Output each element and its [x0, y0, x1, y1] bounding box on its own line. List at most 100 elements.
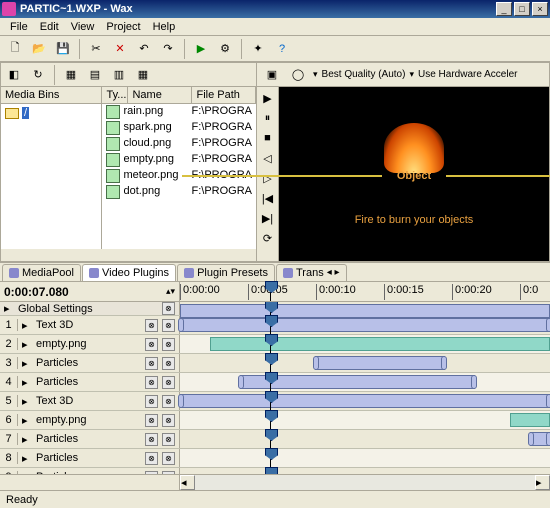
hardware-label[interactable]: Use Hardware Acceler [418, 69, 517, 80]
undo-button[interactable]: ↶ [133, 38, 155, 60]
tab-transitions[interactable]: Trans◂ ▸ [276, 264, 347, 281]
track-delete-button[interactable]: ⊗ [162, 319, 175, 332]
track-mute-button[interactable]: ⊗ [145, 319, 158, 332]
track-delete-button[interactable]: ⊗ [162, 395, 175, 408]
expand-icon[interactable]: ▸ [22, 414, 32, 427]
preview-tool2[interactable]: ◯ [287, 64, 309, 86]
expand-icon[interactable]: ▸ [22, 357, 32, 370]
track-name[interactable]: Particles [36, 357, 141, 369]
track-mute-button[interactable]: ⊗ [145, 452, 158, 465]
track-mute-button[interactable]: ⊗ [145, 338, 158, 351]
tab-plugin-presets[interactable]: Plugin Presets [177, 264, 275, 281]
clip[interactable] [210, 337, 550, 351]
track-mute-button[interactable]: ⊗ [145, 357, 158, 370]
horizontal-scrollbar[interactable]: ◂ ▸ [180, 475, 550, 490]
menu-edit[interactable]: Edit [34, 19, 65, 35]
expand-icon[interactable]: ▸ [22, 433, 32, 446]
delete-button[interactable]: ✕ [109, 38, 131, 60]
track-name[interactable]: Text 3D [36, 319, 141, 331]
settings-button[interactable]: ⚙ [214, 38, 236, 60]
expand-icon[interactable]: ▸ [22, 319, 32, 332]
loop-button[interactable]: ⟳ [260, 231, 276, 245]
clip[interactable] [180, 318, 550, 332]
maximize-button[interactable]: □ [514, 2, 530, 16]
close-button[interactable]: × [532, 2, 548, 16]
track-name[interactable]: Particles [36, 452, 141, 464]
track-mute-button[interactable]: ⊗ [145, 376, 158, 389]
redo-button[interactable]: ↷ [157, 38, 179, 60]
new-button[interactable]: 🗋 [4, 38, 26, 60]
track-delete-button[interactable]: ⊗ [162, 376, 175, 389]
scroll-right-button[interactable]: ▸ [535, 475, 550, 490]
track-delete-button[interactable]: ⊗ [162, 338, 175, 351]
stop-button[interactable]: ■ [260, 131, 276, 145]
goto-start-button[interactable]: |◀ [260, 191, 276, 205]
pause-button[interactable]: ⏸ [260, 111, 276, 125]
track-mute-button[interactable]: ⊗ [145, 395, 158, 408]
play-button[interactable]: ▶ [260, 91, 276, 105]
scroll-left-button[interactable]: ◂ [180, 475, 195, 490]
timecode-spinner[interactable]: ▴▾ [166, 286, 175, 297]
cut-button[interactable]: ✂ [85, 38, 107, 60]
track-name[interactable]: Particles [36, 433, 141, 445]
bin-view2-button[interactable]: ▤ [84, 64, 106, 86]
track-delete-button[interactable]: ⊗ [162, 302, 175, 315]
save-button[interactable]: 💾 [52, 38, 74, 60]
track-delete-button[interactable]: ⊗ [162, 452, 175, 465]
prev-frame-button[interactable]: ◁ [260, 151, 276, 165]
expand-icon[interactable]: ▸ [22, 471, 32, 475]
track-mute-button[interactable]: ⊗ [145, 414, 158, 427]
clip[interactable] [530, 432, 550, 446]
expand-icon[interactable]: ▸ [22, 395, 32, 408]
col-name[interactable]: Name [128, 87, 192, 103]
file-row[interactable]: spark.pngF:\PROGRA [102, 120, 256, 136]
track-mute-button[interactable]: ⊗ [145, 433, 158, 446]
clip[interactable] [315, 356, 445, 370]
minimize-button[interactable]: _ [496, 2, 512, 16]
playhead[interactable] [270, 282, 271, 301]
goto-end-button[interactable]: ▶| [260, 211, 276, 225]
bin-refresh-button[interactable]: ↻ [27, 64, 49, 86]
bin-add-button[interactable]: ◧ [3, 64, 25, 86]
track-name[interactable]: empty.png [36, 414, 141, 426]
render-button[interactable]: ▶ [190, 38, 212, 60]
bin-view4-button[interactable]: ▦ [132, 64, 154, 86]
bin-view3-button[interactable]: ▥ [108, 64, 130, 86]
track-name[interactable]: Particles [36, 471, 141, 474]
preview-tool1[interactable]: ▣ [261, 64, 283, 86]
timeline-ruler[interactable]: 0:00:000:00:050:00:100:00:150:00:200:0 [180, 282, 550, 301]
track-mute-button[interactable]: ⊗ [145, 471, 158, 475]
expand-icon[interactable]: ▸ [22, 452, 32, 465]
menu-help[interactable]: Help [147, 19, 182, 35]
expand-icon[interactable]: ▸ [22, 338, 32, 351]
next-frame-button[interactable]: ▷ [260, 171, 276, 185]
expand-icon[interactable]: ▸ [4, 302, 14, 315]
col-path[interactable]: File Path [192, 87, 256, 103]
expand-icon[interactable]: ▸ [22, 376, 32, 389]
file-row[interactable]: dot.pngF:\PROGRA [102, 184, 256, 200]
menu-view[interactable]: View [65, 19, 101, 35]
tab-mediapool[interactable]: MediaPool [2, 264, 81, 281]
file-row[interactable]: rain.pngF:\PROGRA [102, 104, 256, 120]
track-delete-button[interactable]: ⊗ [162, 471, 175, 475]
track-delete-button[interactable]: ⊗ [162, 357, 175, 370]
track-delete-button[interactable]: ⊗ [162, 433, 175, 446]
track-name[interactable]: empty.png [36, 338, 141, 350]
clip[interactable] [510, 413, 550, 427]
global-settings-label[interactable]: Global Settings [18, 303, 158, 315]
track-name[interactable]: Particles [36, 376, 141, 388]
clip[interactable] [180, 394, 550, 408]
bin-root-item[interactable]: / [5, 107, 97, 119]
track-delete-button[interactable]: ⊗ [162, 414, 175, 427]
menu-project[interactable]: Project [100, 19, 146, 35]
file-row[interactable]: cloud.pngF:\PROGRA [102, 136, 256, 152]
menu-file[interactable]: File [4, 19, 34, 35]
open-button[interactable]: 📂 [28, 38, 50, 60]
bin-view1-button[interactable]: ▦ [60, 64, 82, 86]
file-row[interactable]: empty.pngF:\PROGRA [102, 152, 256, 168]
plugin-button[interactable]: ✦ [247, 38, 269, 60]
tab-video-plugins[interactable]: Video Plugins [82, 264, 176, 281]
col-type[interactable]: Ty... [102, 87, 128, 103]
timecode-display[interactable]: 0:00:07.080 [4, 285, 69, 299]
track-name[interactable]: Text 3D [36, 395, 141, 407]
